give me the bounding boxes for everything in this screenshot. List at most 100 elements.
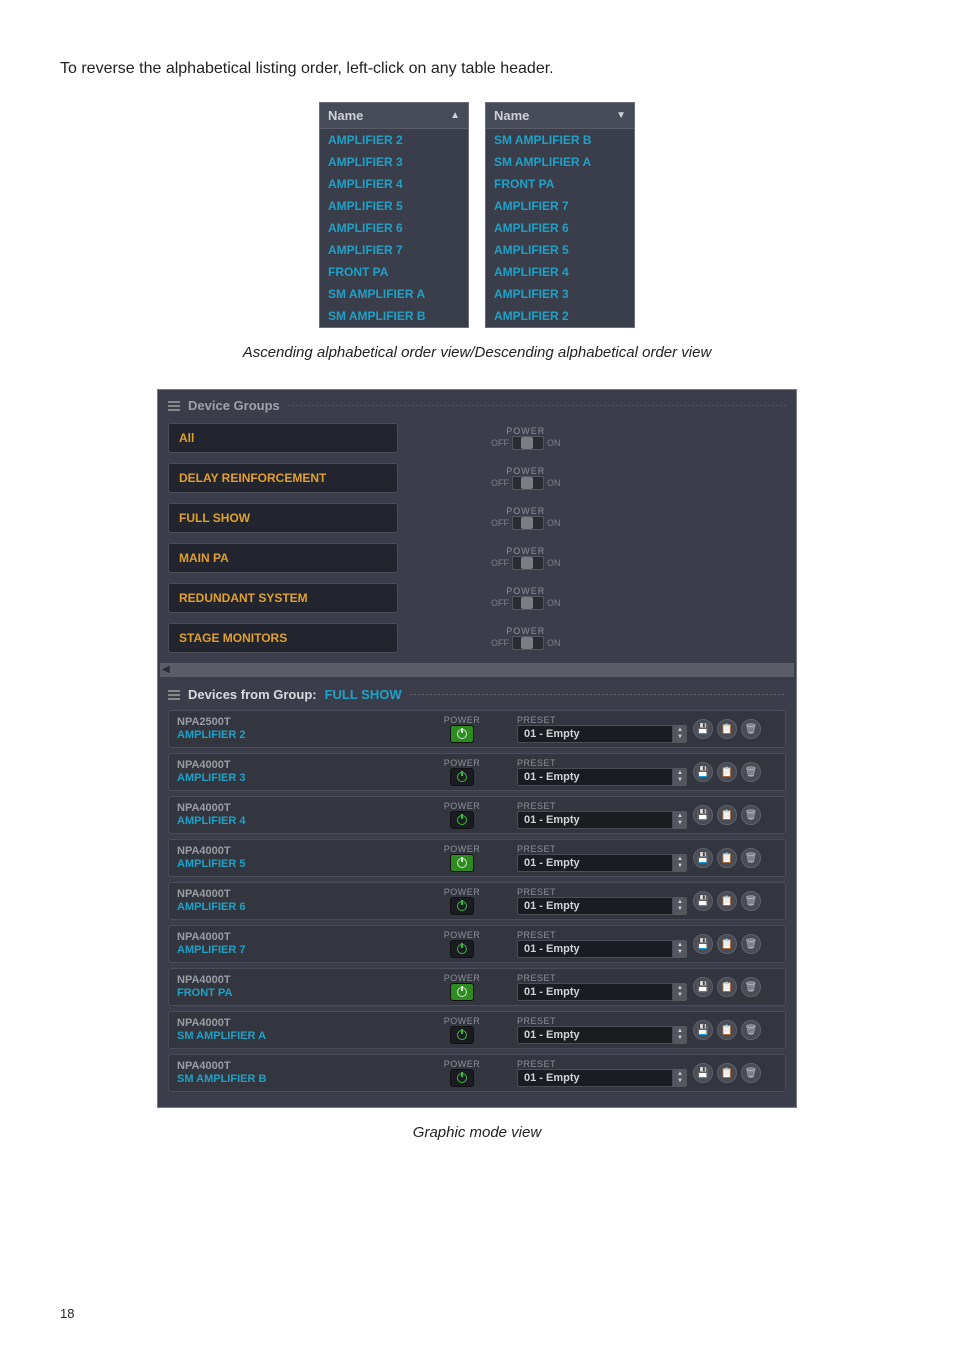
preset-select[interactable]: 01 - Empty▲▼ (517, 940, 687, 958)
preset-select[interactable]: 01 - Empty▲▼ (517, 1069, 687, 1087)
preset-stepper[interactable]: ▲▼ (673, 1026, 687, 1044)
save-icon[interactable]: 💾 (693, 977, 713, 997)
preset-stepper[interactable]: ▲▼ (673, 897, 687, 915)
device-names[interactable]: NPA2500TAMPLIFIER 2 (177, 716, 437, 742)
table-header[interactable]: Name ▲ (320, 103, 468, 129)
power-toggle[interactable]: OFFON (488, 436, 564, 450)
table-row[interactable]: AMPLIFIER 5 (486, 239, 634, 261)
preset-select[interactable]: 01 - Empty▲▼ (517, 983, 687, 1001)
preset-value: 01 - Empty (517, 983, 673, 1001)
save-icon[interactable]: 💾 (693, 805, 713, 825)
preset-stepper[interactable]: ▲▼ (673, 1069, 687, 1087)
power-button[interactable] (450, 1026, 474, 1044)
table-row[interactable]: AMPLIFIER 4 (320, 173, 468, 195)
save-icon[interactable]: 💾 (693, 1020, 713, 1040)
device-names[interactable]: NPA4000TSM AMPLIFIER B (177, 1060, 437, 1086)
power-toggle[interactable]: OFFON (488, 556, 564, 570)
power-button[interactable] (450, 940, 474, 958)
delete-icon[interactable]: 🗑 (741, 891, 761, 911)
table-row[interactable]: SM AMPLIFIER A (486, 151, 634, 173)
group-name-box[interactable]: All (168, 423, 398, 453)
save-icon[interactable]: 💾 (693, 891, 713, 911)
power-toggle[interactable]: OFFON (488, 516, 564, 530)
copy-icon[interactable]: 📋 (717, 805, 737, 825)
table-row[interactable]: AMPLIFIER 2 (320, 129, 468, 151)
group-name-box[interactable]: DELAY REINFORCEMENT (168, 463, 398, 493)
device-names[interactable]: NPA4000TAMPLIFIER 3 (177, 759, 437, 785)
power-button[interactable] (450, 725, 474, 743)
copy-icon[interactable]: 📋 (717, 719, 737, 739)
device-names[interactable]: NPA4000TSM AMPLIFIER A (177, 1017, 437, 1043)
table-row[interactable]: FRONT PA (320, 261, 468, 283)
table-row[interactable]: SM AMPLIFIER A (320, 283, 468, 305)
copy-icon[interactable]: 📋 (717, 1063, 737, 1083)
save-icon[interactable]: 💾 (693, 1063, 713, 1083)
group-name-box[interactable]: STAGE MONITORS (168, 623, 398, 653)
table-row[interactable]: FRONT PA (486, 173, 634, 195)
device-names[interactable]: NPA4000TAMPLIFIER 4 (177, 802, 437, 828)
table-row[interactable]: SM AMPLIFIER B (320, 305, 468, 327)
power-toggle[interactable]: OFFON (488, 476, 564, 490)
power-button[interactable] (450, 897, 474, 915)
delete-icon[interactable]: 🗑 (741, 977, 761, 997)
device-names[interactable]: NPA4000TAMPLIFIER 6 (177, 888, 437, 914)
delete-icon[interactable]: 🗑 (741, 848, 761, 868)
preset-stepper[interactable]: ▲▼ (673, 811, 687, 829)
preset-stepper[interactable]: ▲▼ (673, 854, 687, 872)
preset-stepper[interactable]: ▲▼ (673, 768, 687, 786)
save-icon[interactable]: 💾 (693, 848, 713, 868)
group-name-box[interactable]: FULL SHOW (168, 503, 398, 533)
table-row[interactable]: AMPLIFIER 6 (320, 217, 468, 239)
preset-select[interactable]: 01 - Empty▲▼ (517, 897, 687, 915)
delete-icon[interactable]: 🗑 (741, 934, 761, 954)
toggle-knob (521, 437, 533, 449)
copy-icon[interactable]: 📋 (717, 848, 737, 868)
table-row[interactable]: AMPLIFIER 2 (486, 305, 634, 327)
copy-icon[interactable]: 📋 (717, 934, 737, 954)
save-icon[interactable]: 💾 (693, 762, 713, 782)
delete-icon[interactable]: 🗑 (741, 805, 761, 825)
preset-select[interactable]: 01 - Empty▲▼ (517, 811, 687, 829)
power-button[interactable] (450, 768, 474, 786)
save-icon[interactable]: 💾 (693, 719, 713, 739)
copy-icon[interactable]: 📋 (717, 1020, 737, 1040)
delete-icon[interactable]: 🗑 (741, 1063, 761, 1083)
delete-icon[interactable]: 🗑 (741, 1020, 761, 1040)
preset-stepper[interactable]: ▲▼ (673, 940, 687, 958)
copy-icon[interactable]: 📋 (717, 891, 737, 911)
power-toggle[interactable]: OFFON (488, 596, 564, 610)
copy-icon[interactable]: 📋 (717, 762, 737, 782)
device-names[interactable]: NPA4000TFRONT PA (177, 974, 437, 1000)
table-row[interactable]: AMPLIFIER 7 (486, 195, 634, 217)
device-names[interactable]: NPA4000TAMPLIFIER 7 (177, 931, 437, 957)
group-name-box[interactable]: MAIN PA (168, 543, 398, 573)
table-row[interactable]: AMPLIFIER 6 (486, 217, 634, 239)
device-action-icons: 💾📋🗑 (693, 805, 761, 825)
table-row[interactable]: AMPLIFIER 3 (486, 283, 634, 305)
preset-select[interactable]: 01 - Empty▲▼ (517, 854, 687, 872)
power-button[interactable] (450, 983, 474, 1001)
copy-icon[interactable]: 📋 (717, 977, 737, 997)
table-row[interactable]: SM AMPLIFIER B (486, 129, 634, 151)
power-button[interactable] (450, 811, 474, 829)
preset-stepper[interactable]: ▲▼ (673, 983, 687, 1001)
preset-select[interactable]: 01 - Empty▲▼ (517, 768, 687, 786)
table-row[interactable]: AMPLIFIER 3 (320, 151, 468, 173)
delete-icon[interactable]: 🗑 (741, 762, 761, 782)
preset-stepper[interactable]: ▲▼ (673, 725, 687, 743)
group-name-box[interactable]: REDUNDANT SYSTEM (168, 583, 398, 613)
table-row[interactable]: AMPLIFIER 7 (320, 239, 468, 261)
horizontal-scrollbar[interactable]: ◀ (160, 663, 794, 677)
save-icon[interactable]: 💾 (693, 934, 713, 954)
power-button[interactable] (450, 854, 474, 872)
power-button[interactable] (450, 1069, 474, 1087)
preset-select[interactable]: 01 - Empty▲▼ (517, 725, 687, 743)
preset-select[interactable]: 01 - Empty▲▼ (517, 1026, 687, 1044)
table-row[interactable]: AMPLIFIER 4 (486, 261, 634, 283)
power-toggle[interactable]: OFFON (488, 636, 564, 650)
table-row[interactable]: AMPLIFIER 5 (320, 195, 468, 217)
table-header[interactable]: Name ▼ (486, 103, 634, 129)
delete-icon[interactable]: 🗑 (741, 719, 761, 739)
device-names[interactable]: NPA4000TAMPLIFIER 5 (177, 845, 437, 871)
preset-label: PRESET (517, 758, 687, 768)
